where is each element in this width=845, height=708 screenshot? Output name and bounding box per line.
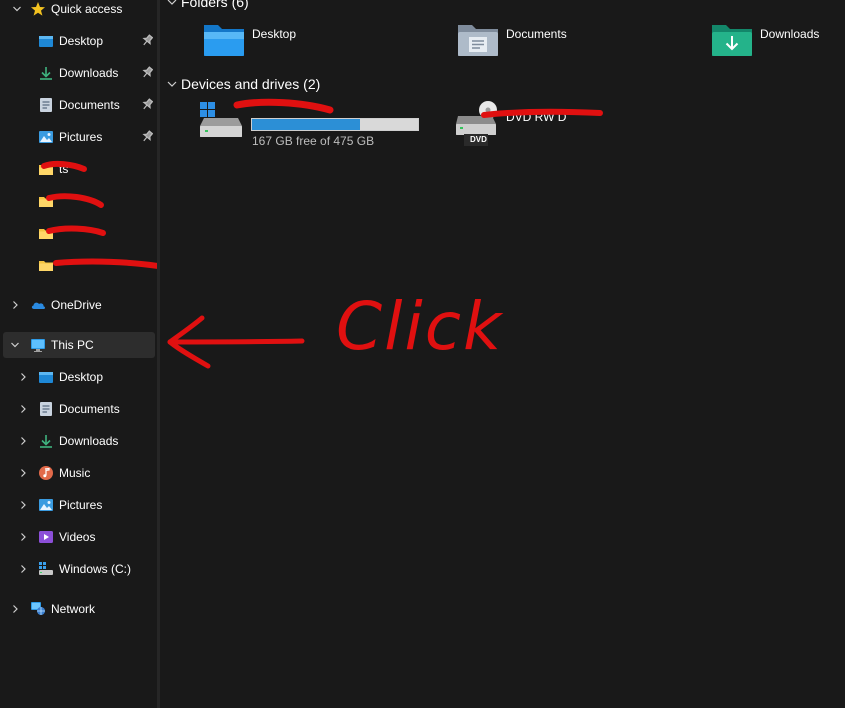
computer-icon xyxy=(30,337,46,353)
nav-quick-documents[interactable]: Documents xyxy=(3,92,155,118)
chevron-right-icon[interactable] xyxy=(18,372,28,382)
folders-section-header[interactable]: Folders (6) xyxy=(166,0,249,10)
documents-icon xyxy=(38,401,54,417)
folder-label: Desktop xyxy=(252,27,297,41)
chevron-right-icon[interactable] xyxy=(18,532,28,542)
nav-pc-documents[interactable]: Documents xyxy=(3,396,155,422)
nav-onedrive[interactable]: OneDrive xyxy=(3,292,155,318)
nav-quick-downloads[interactable]: Downloads xyxy=(3,60,155,86)
redaction-scribble xyxy=(41,160,87,172)
downloads-icon xyxy=(38,433,54,449)
chevron-right-icon[interactable] xyxy=(18,500,28,510)
chevron-right-icon[interactable] xyxy=(18,564,28,574)
desktop-folder-icon xyxy=(38,33,54,49)
chevron-right-icon[interactable] xyxy=(18,404,28,414)
nav-quick-access[interactable]: Quick access xyxy=(3,0,155,22)
nav-label: Windows (C:) xyxy=(59,562,132,576)
nav-network[interactable]: Network xyxy=(3,596,155,622)
chevron-right-icon[interactable] xyxy=(10,604,20,614)
network-icon xyxy=(30,601,46,617)
nav-pc-desktop[interactable]: Desktop xyxy=(3,364,155,390)
star-icon xyxy=(30,1,46,17)
dvd-badge: DVD xyxy=(470,135,487,144)
redaction-scribble xyxy=(481,108,603,118)
content-pane: Folders (6) Desktop Documents Downloads … xyxy=(160,0,845,708)
folder-label: Documents xyxy=(506,27,567,41)
desktop-folder-icon xyxy=(38,369,54,385)
chevron-down-icon[interactable] xyxy=(10,340,20,350)
nav-label: Pictures xyxy=(59,498,103,512)
drive-c-free-space: 167 GB free of 475 GB xyxy=(252,134,375,148)
navigation-pane: Quick access Desktop Downloads Documents xyxy=(0,0,157,708)
devices-section-header[interactable]: Devices and drives (2) xyxy=(166,76,320,92)
nav-pc-pictures[interactable]: Pictures xyxy=(3,492,155,518)
redaction-scribble xyxy=(46,225,106,236)
nav-pc-windows-drive[interactable]: Windows (C:) xyxy=(3,556,155,582)
nav-label: Pictures xyxy=(59,130,103,144)
documents-folder-icon xyxy=(458,25,498,56)
folder-label: Downloads xyxy=(760,27,820,41)
pin-icon[interactable] xyxy=(141,34,154,48)
section-title: Devices and drives (2) xyxy=(181,76,321,92)
pin-icon[interactable] xyxy=(141,66,154,80)
downloads-folder-icon xyxy=(712,25,752,56)
nav-label: Quick access xyxy=(51,2,123,16)
annotation-text: Click xyxy=(336,288,504,365)
folder-tile-documents[interactable]: Documents xyxy=(456,20,686,66)
nav-quick-desktop[interactable]: Desktop xyxy=(3,28,155,54)
annotation-arrow-icon xyxy=(167,315,305,369)
chevron-right-icon[interactable] xyxy=(10,300,20,310)
pictures-icon xyxy=(38,129,54,145)
pictures-icon xyxy=(38,497,54,513)
chevron-down-icon[interactable] xyxy=(166,78,178,90)
folder-tile-desktop[interactable]: Desktop xyxy=(202,20,432,66)
nav-quick-pictures[interactable]: Pictures xyxy=(3,124,155,150)
pin-icon[interactable] xyxy=(141,98,154,112)
downloads-icon xyxy=(38,65,54,81)
nav-label: Desktop xyxy=(59,370,104,384)
nav-this-pc[interactable]: This PC xyxy=(3,332,155,358)
chevron-down-icon[interactable] xyxy=(12,4,22,14)
nav-label: This PC xyxy=(51,338,94,352)
desktop-folder-icon xyxy=(204,25,244,56)
redaction-scribble xyxy=(53,258,157,269)
nav-label: Documents xyxy=(59,402,120,416)
nav-label: Music xyxy=(59,466,91,480)
chevron-right-icon[interactable] xyxy=(18,436,28,446)
drive-c-usage-fill xyxy=(252,119,360,130)
windows-drive-icon xyxy=(38,561,54,577)
videos-icon xyxy=(38,529,54,545)
cloud-icon xyxy=(30,297,46,313)
redaction-scribble xyxy=(233,98,334,114)
nav-label: Videos xyxy=(59,530,96,544)
nav-pc-music[interactable]: Music xyxy=(3,460,155,486)
nav-pc-downloads[interactable]: Downloads xyxy=(3,428,155,454)
nav-label: Documents xyxy=(59,98,120,112)
redaction-scribble xyxy=(46,193,104,208)
nav-label: Downloads xyxy=(59,434,119,448)
nav-label: Network xyxy=(51,602,96,616)
nav-label: Downloads xyxy=(59,66,119,80)
nav-label: Desktop xyxy=(59,34,104,48)
documents-icon xyxy=(38,97,54,113)
nav-label: OneDrive xyxy=(51,298,102,312)
chevron-down-icon[interactable] xyxy=(166,0,178,8)
pin-icon[interactable] xyxy=(141,130,154,144)
music-icon xyxy=(38,465,54,481)
section-title: Folders (6) xyxy=(181,0,249,10)
folder-tile-downloads[interactable]: Downloads xyxy=(710,20,845,66)
chevron-right-icon[interactable] xyxy=(18,468,28,478)
nav-pc-videos[interactable]: Videos xyxy=(3,524,155,550)
